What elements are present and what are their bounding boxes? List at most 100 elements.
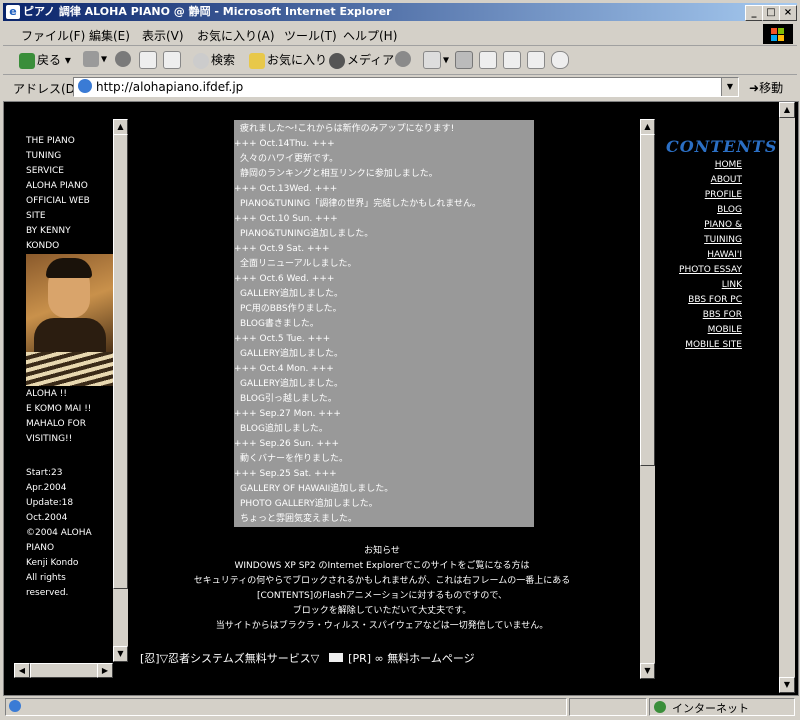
messenger-button[interactable] xyxy=(551,51,571,69)
nav-link[interactable]: BLOG xyxy=(717,205,742,215)
forward-arrow-icon xyxy=(83,51,99,67)
left-frame-vertical-scrollbar[interactable]: ▲ ▼ xyxy=(113,119,128,662)
left-scroll-up-button[interactable]: ▲ xyxy=(113,119,128,135)
nav-link[interactable]: ABOUT xyxy=(711,175,742,185)
left-scroll-down-button[interactable]: ▼ xyxy=(113,646,128,662)
notice-line: [CONTENTS]のFlashアニメーションに対するものですので、 xyxy=(256,591,508,601)
menu-edit[interactable]: 編集(E) xyxy=(89,27,130,44)
news-box: 疲れました〜!これからは新作のみアップになります! +++ Oct.14Thu. … xyxy=(234,120,534,527)
address-input[interactable]: http://alohapiano.ifdef.jp ▼ xyxy=(73,77,739,97)
main-scroll-down-button[interactable]: ▼ xyxy=(640,663,655,679)
site-title-line: ALOHA PIANO xyxy=(26,181,88,191)
page-icon xyxy=(78,79,92,93)
nav-link[interactable]: TUINING xyxy=(704,235,742,245)
news-line: 全面リニューアルしました。 xyxy=(240,259,357,269)
stop-button[interactable] xyxy=(115,51,133,67)
close-button[interactable]: × xyxy=(779,5,797,21)
media-button[interactable]: メディア xyxy=(329,51,394,69)
toolbar: 戻る ▾ ▾ 検索 お気に入り メディア ▾ xyxy=(3,46,797,75)
news-line: ちょっと雰囲気変えました。 xyxy=(240,514,358,524)
nav-link[interactable]: MOBILE SITE xyxy=(685,340,742,350)
nav-link[interactable]: HOME xyxy=(715,160,742,170)
nav-link[interactable]: PROFILE xyxy=(705,190,742,200)
nav-link[interactable]: PHOTO ESSAY xyxy=(679,265,742,275)
address-url: http://alohapiano.ifdef.jp xyxy=(96,80,244,94)
menu-tools[interactable]: ツール(T) xyxy=(284,27,337,44)
site-title-line: THE PIANO xyxy=(26,136,75,146)
window-title: ピアノ 調律 ALOHA PIANO @ 静岡 - Microsoft Inte… xyxy=(23,5,392,18)
nav-link[interactable]: LINK xyxy=(722,280,742,290)
menu-favorites[interactable]: お気に入り(A) xyxy=(197,27,275,44)
news-line: +++ Oct.10 Sun. +++ xyxy=(234,214,338,224)
home-button[interactable] xyxy=(163,51,183,69)
site-meta-line: ©2004 ALOHA xyxy=(26,528,92,538)
refresh-icon xyxy=(139,51,157,69)
site-meta-line: reserved. xyxy=(26,588,69,598)
site-meta-line: Oct.2004 xyxy=(26,513,68,523)
menu-file[interactable]: ファイル(F) xyxy=(21,27,85,44)
site-title-line: SERVICE xyxy=(26,166,64,176)
main-scroll-thumb[interactable] xyxy=(640,134,655,466)
minimize-button[interactable]: _ xyxy=(745,5,763,21)
search-button[interactable]: 検索 xyxy=(193,51,235,69)
news-line: BLOG引っ越しました。 xyxy=(240,394,337,404)
menu-help[interactable]: ヘルプ(H) xyxy=(343,27,397,44)
notice-line: ブロックを解除していただいて大丈夫です。 xyxy=(292,606,472,616)
greeting-line: VISITING!! xyxy=(26,434,73,444)
site-title-line: TUNING xyxy=(26,151,62,161)
media-icon xyxy=(329,52,345,69)
left-frame: THE PIANO TUNING SERVICE ALOHA PIANO OFF… xyxy=(14,118,128,678)
forward-button[interactable]: ▾ xyxy=(83,51,107,67)
news-line: PHOTO GALLERY追加しました。 xyxy=(240,499,378,509)
stop-icon xyxy=(115,51,131,67)
title-bar[interactable]: e ピアノ 調律 ALOHA PIANO @ 静岡 - Microsoft In… xyxy=(3,3,797,21)
research-button[interactable] xyxy=(527,51,547,69)
refresh-button[interactable] xyxy=(139,51,159,69)
nav-link[interactable]: HAWAI'I xyxy=(707,250,742,260)
left-hscroll-thumb[interactable] xyxy=(30,663,98,678)
menu-bar: ファイル(F) 編集(E) 表示(V) お気に入り(A) ツール(T) ヘルプ(… xyxy=(3,23,797,46)
left-frame-horizontal-scrollbar[interactable]: ◀ ▶ xyxy=(14,663,113,678)
back-button[interactable]: 戻る ▾ xyxy=(19,51,71,69)
news-line: 静岡のランキングと相互リンクに参加しました。 xyxy=(240,169,438,179)
go-button[interactable]: ➜移動 xyxy=(749,79,783,96)
site-title-line: OFFICIAL WEB xyxy=(26,196,90,206)
menu-view[interactable]: 表示(V) xyxy=(142,27,184,44)
nav-link[interactable]: MOBILE xyxy=(708,325,742,335)
contents-logo: CONTENTS xyxy=(666,137,778,156)
news-line: 動くバナーを作りました。 xyxy=(240,454,349,464)
page-scroll-down-button[interactable]: ▼ xyxy=(779,677,795,693)
ninja-ad-link[interactable]: [忍]▽忍者システムズ無料サービス▽ xyxy=(140,652,319,665)
zone-label: インターネット xyxy=(672,702,749,715)
site-title-line: KONDO xyxy=(26,241,60,251)
nav-link[interactable]: BBS FOR xyxy=(703,310,742,320)
page-vertical-scrollbar[interactable]: ▲ ▼ xyxy=(779,102,795,693)
maximize-button[interactable]: □ xyxy=(762,5,780,21)
nav-link[interactable]: PIANO & xyxy=(704,220,742,230)
left-scroll-thumb[interactable] xyxy=(113,134,128,589)
left-scroll-left-button[interactable]: ◀ xyxy=(14,663,30,678)
news-line: BLOG追加しました。 xyxy=(240,424,328,434)
favorites-button[interactable]: お気に入り xyxy=(249,51,327,69)
mail-icon xyxy=(423,51,441,69)
print-button[interactable] xyxy=(455,51,475,69)
site-meta-line: Kenji Kondo xyxy=(26,558,79,568)
main-scroll-up-button[interactable]: ▲ xyxy=(640,119,655,135)
main-frame-vertical-scrollbar[interactable]: ▲ ▼ xyxy=(640,119,655,679)
address-dropdown-button[interactable]: ▼ xyxy=(721,78,738,96)
greeting-line: E KOMO MAI !! xyxy=(26,404,92,414)
notice-line: WINDOWS XP SP2 のInternet Explorerでこのサイトを… xyxy=(234,561,530,571)
mail-button[interactable]: ▾ xyxy=(423,51,449,69)
news-line: PC用のBBS作りました。 xyxy=(240,304,342,314)
nav-link[interactable]: BBS FOR PC xyxy=(688,295,742,305)
notice-line: セキュリティの何やらでブロックされるかもしれませんが、これは右フレームの一番上に… xyxy=(193,576,571,586)
discuss-button[interactable] xyxy=(503,51,523,69)
site-title-line: SITE xyxy=(26,211,46,221)
status-pane-empty xyxy=(569,698,647,716)
left-scroll-right-button[interactable]: ▶ xyxy=(97,663,113,678)
page-scroll-up-button[interactable]: ▲ xyxy=(779,102,795,118)
history-button[interactable] xyxy=(395,51,413,67)
edit-button[interactable] xyxy=(479,51,499,69)
ie-icon: e xyxy=(6,5,20,19)
free-homepage-link[interactable]: [PR] ∞ 無料ホームページ xyxy=(348,652,474,665)
